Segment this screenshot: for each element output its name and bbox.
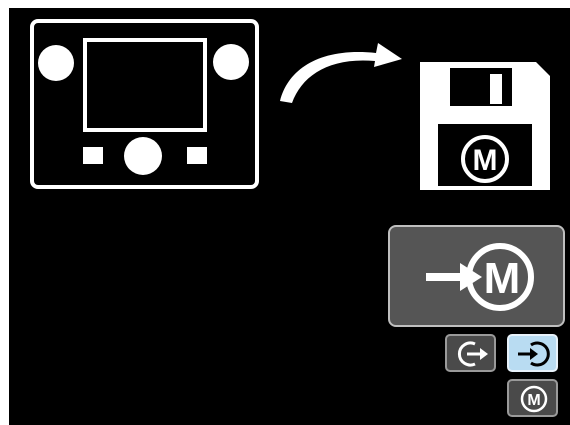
memory-button[interactable]: M [507, 379, 558, 417]
exit-button[interactable] [445, 334, 496, 372]
right-knob-icon [213, 44, 249, 80]
left-knob-icon [38, 45, 74, 81]
enter-icon [518, 341, 550, 367]
left-button-icon [83, 147, 103, 164]
enter-button[interactable] [507, 334, 558, 372]
recall-memory-card[interactable]: M [388, 225, 565, 327]
recall-memory-label: M [484, 254, 521, 303]
curved-arrow-icon [280, 43, 402, 103]
exit-icon [457, 341, 488, 367]
recall-memory-icon: M [426, 243, 534, 311]
panel-display-icon [83, 38, 207, 132]
memory-icon: M [520, 385, 548, 413]
floppy-disk-icon: M [420, 62, 550, 190]
right-button-icon [187, 147, 207, 164]
floppy-memory-label: M [473, 144, 498, 177]
memory-button-label: M [527, 392, 540, 409]
center-knob-icon [124, 137, 162, 175]
